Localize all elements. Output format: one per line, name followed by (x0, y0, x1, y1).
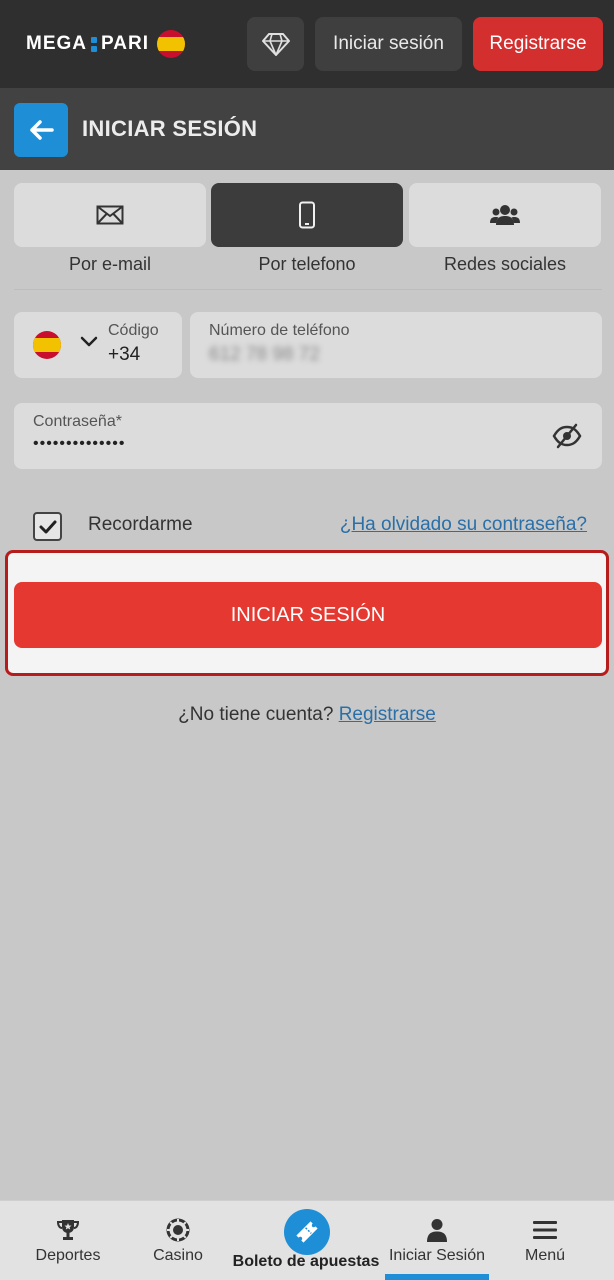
no-account-row: ¿No tiene cuenta? Registrarse (0, 704, 614, 726)
country-code-value: +34 (108, 344, 141, 365)
country-code-label: Código (108, 322, 159, 339)
diamond-icon (261, 33, 290, 56)
page-title: INICIAR SESIÓN (82, 116, 258, 141)
people-icon (490, 205, 520, 225)
ticket-icon (296, 1221, 318, 1243)
vip-button[interactable] (247, 17, 304, 71)
password-label: Contraseña* (33, 413, 122, 430)
tab-email[interactable] (14, 183, 206, 247)
login-submit-button[interactable]: INICIAR SESIÓN (14, 582, 602, 648)
arrow-left-icon (30, 120, 54, 140)
tab-email-label: Por e-mail (68, 254, 152, 274)
phone-number-label: Número de teléfono (209, 322, 350, 339)
tab-social[interactable] (409, 183, 601, 247)
no-account-text: ¿No tiene cuenta? (178, 704, 334, 725)
checkmark-icon (39, 520, 56, 533)
header-login-button[interactable]: Iniciar sesión (315, 17, 462, 71)
eye-off-icon[interactable] (552, 423, 582, 449)
nav-active-indicator (385, 1274, 489, 1280)
top-header: MEGA PARI Iniciar sesión Registrarse (0, 0, 614, 88)
envelope-icon (96, 205, 124, 225)
phone-number-value: 612 78 98 72 (209, 344, 320, 365)
chevron-down-icon (80, 336, 98, 347)
spain-flag-icon (156, 30, 185, 58)
logo-separator (90, 35, 98, 53)
nav-betslip-text: Boleto de apuestas (232, 1253, 380, 1270)
logo-text-left: MEGA (26, 33, 87, 54)
remember-checkbox[interactable] (33, 512, 62, 541)
remember-label[interactable]: Recordarme (88, 514, 193, 536)
phone-icon (299, 201, 315, 229)
tab-phone[interactable] (211, 183, 403, 247)
megapari-logo[interactable]: MEGA PARI (26, 30, 185, 58)
back-button[interactable] (14, 103, 68, 157)
user-icon (427, 1219, 447, 1242)
trophy-icon (56, 1220, 80, 1240)
logo-text-right: PARI (101, 33, 149, 54)
casino-chip-icon (166, 1218, 190, 1242)
password-value: •••••••••••••• (33, 435, 126, 452)
title-bar: INICIAR SESIÓN (0, 88, 614, 170)
spain-flag-icon (33, 331, 61, 359)
tab-social-label: Redes sociales (443, 254, 567, 274)
tab-phone-label: Por telefono (258, 254, 356, 274)
nav-betslip[interactable] (284, 1209, 330, 1255)
header-register-button[interactable]: Registrarse (473, 17, 603, 71)
phone-number-field[interactable]: Número de teléfono 612 78 98 72 (190, 312, 602, 378)
register-link[interactable]: Registrarse (339, 704, 436, 725)
hamburger-menu-icon (533, 1221, 557, 1239)
forgot-password-link[interactable]: ¿Ha olvidado su contraseña? (340, 514, 587, 536)
nav-betslip-label: Boleto de apuestas (0, 1253, 614, 1271)
country-code-select[interactable]: Código +34 (14, 312, 182, 378)
password-field[interactable]: Contraseña* •••••••••••••• (14, 403, 602, 469)
tabs-divider (14, 289, 602, 290)
